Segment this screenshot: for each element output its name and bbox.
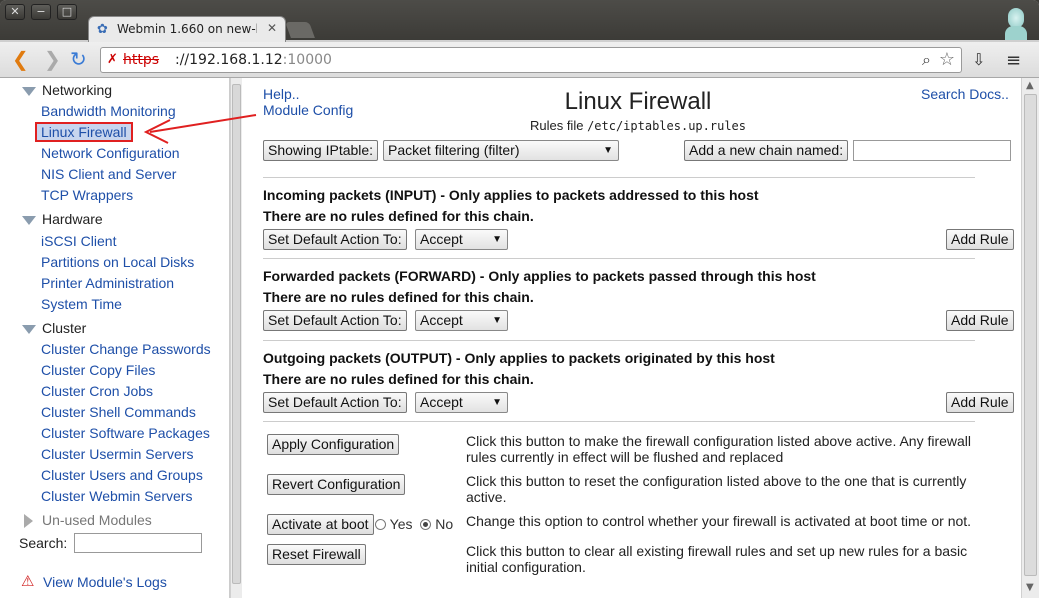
showing-iptable-button[interactable]: Showing IPtable:: [263, 140, 379, 161]
page-title: Linux Firewall: [564, 88, 712, 115]
apply-configuration-button[interactable]: Apply Configuration: [267, 434, 400, 455]
reset-description: Click this button to clear all existing …: [466, 543, 968, 575]
minimize-window-icon[interactable]: −: [31, 4, 51, 20]
output-default-select[interactable]: Accept ▼: [415, 392, 508, 413]
sidebar-search-input[interactable]: [74, 533, 202, 553]
sidebar-item-cluster-copy-files[interactable]: Cluster Copy Files: [41, 362, 155, 378]
iptable-select[interactable]: Packet filtering (filter) ▼: [383, 140, 619, 161]
sidebar-item-cluster-change-passwords[interactable]: Cluster Change Passwords: [41, 341, 211, 357]
browser-tab[interactable]: ✿ Webmin 1.660 on new-hos ✕: [88, 16, 286, 42]
chain-input-empty: There are no rules defined for this chai…: [263, 208, 534, 224]
maximize-window-icon[interactable]: □: [57, 4, 77, 20]
chain-name-input[interactable]: [853, 140, 1011, 161]
search-docs-link[interactable]: Search Docs..: [921, 86, 1009, 102]
sidebar-item-cluster-users-groups[interactable]: Cluster Users and Groups: [41, 467, 203, 483]
insecure-lock-icon: ✗: [107, 52, 118, 67]
input-default-select[interactable]: Accept ▼: [415, 229, 508, 250]
revert-configuration-button[interactable]: Revert Configuration: [267, 474, 406, 495]
revert-description: Click this button to reset the configura…: [466, 473, 967, 505]
divider: [263, 177, 975, 178]
apply-description: Click this button to make the firewall c…: [466, 433, 972, 465]
chain-input-title: Incoming packets (INPUT) - Only applies …: [263, 187, 759, 203]
section-hardware[interactable]: Hardware: [22, 211, 103, 227]
page-content: Networking Bandwidth Monitoring Linux Fi…: [0, 78, 1039, 598]
star-icon[interactable]: ☆: [939, 49, 955, 70]
sidebar-item-tcp-wrappers[interactable]: TCP Wrappers: [41, 187, 133, 203]
view-module-logs-link[interactable]: View Module's Logs: [43, 574, 167, 590]
boot-radio-group: Yes No: [375, 516, 453, 532]
sidebar-item-cluster-cron-jobs[interactable]: Cluster Cron Jobs: [41, 383, 153, 399]
forward-set-default-button[interactable]: Set Default Action To:: [263, 310, 407, 331]
sidebar-item-cluster-shell-commands[interactable]: Cluster Shell Commands: [41, 404, 196, 420]
sidebar-item-system-time[interactable]: System Time: [41, 296, 122, 312]
divider: [263, 340, 975, 341]
boot-no-radio[interactable]: [420, 519, 432, 530]
main-frame: Help.. Module Config Search Docs.. Linux…: [243, 78, 1021, 598]
sidebar-search-label: Search:: [19, 535, 68, 551]
chevron-down-icon: ▼: [603, 145, 613, 156]
user-profile-icon[interactable]: [1005, 8, 1027, 40]
scroll-up-icon[interactable]: ▲: [1026, 80, 1034, 91]
sidebar-item-cluster-webmin-servers[interactable]: Cluster Webmin Servers: [41, 488, 192, 504]
forward-icon[interactable]: ❯: [44, 49, 61, 69]
new-tab-button[interactable]: [285, 22, 315, 38]
divider: [263, 258, 975, 259]
tab-close-icon[interactable]: ✕: [267, 21, 277, 35]
chain-forward-title: Forwarded packets (FORWARD) - Only appli…: [263, 268, 816, 284]
zoom-icon[interactable]: ⌕: [922, 50, 931, 70]
sidebar-item-nis-client[interactable]: NIS Client and Server: [41, 166, 176, 182]
divider: [263, 421, 975, 422]
section-networking[interactable]: Networking: [22, 82, 112, 98]
rules-file: Rules file /etc/iptables.up.rules: [529, 118, 747, 133]
sidebar-item-printer-administration[interactable]: Printer Administration: [41, 275, 174, 291]
tab-title: Webmin 1.660 on new-hos: [117, 22, 257, 36]
sidebar-item-cluster-usermin-servers[interactable]: Cluster Usermin Servers: [41, 446, 193, 462]
url-scheme: https: [123, 52, 160, 68]
help-link[interactable]: Help..: [263, 86, 300, 102]
close-window-icon[interactable]: ✕: [5, 4, 25, 20]
input-set-default-button[interactable]: Set Default Action To:: [263, 229, 407, 250]
sidebar-scrollbar[interactable]: [230, 78, 242, 598]
add-chain-button[interactable]: Add a new chain named:: [684, 140, 849, 161]
title-bar: ✕ − □ ✿ Webmin 1.660 on new-hos ✕: [0, 0, 1039, 42]
output-add-rule-button[interactable]: Add Rule: [946, 392, 1014, 413]
chain-forward-empty: There are no rules defined for this chai…: [263, 289, 534, 305]
url-host: ://192.168.1.12:10000: [175, 52, 332, 68]
sidebar-item-partitions[interactable]: Partitions on Local Disks: [41, 254, 194, 270]
activate-at-boot-button[interactable]: Activate at boot: [267, 514, 374, 535]
sidebar-item-network-configuration[interactable]: Network Configuration: [41, 145, 180, 161]
section-unused-modules[interactable]: Un-used Modules: [22, 512, 152, 529]
chain-output-empty: There are no rules defined for this chai…: [263, 371, 534, 387]
webmin-favicon: ✿: [97, 22, 108, 37]
reload-icon[interactable]: ↻: [70, 49, 87, 69]
boot-description: Change this option to control whether yo…: [466, 513, 972, 529]
scroll-down-icon[interactable]: ▼: [1026, 582, 1034, 593]
module-config-link[interactable]: Module Config: [263, 102, 353, 118]
input-add-rule-button[interactable]: Add Rule: [946, 229, 1014, 250]
output-set-default-button[interactable]: Set Default Action To:: [263, 392, 407, 413]
sidebar-item-bandwidth-monitoring[interactable]: Bandwidth Monitoring: [41, 103, 176, 119]
menu-icon[interactable]: ≡: [1006, 50, 1021, 71]
section-cluster[interactable]: Cluster: [22, 320, 86, 336]
back-icon[interactable]: ❮: [12, 49, 29, 69]
forward-add-rule-button[interactable]: Add Rule: [946, 310, 1014, 331]
address-bar[interactable]: ✗ https ://192.168.1.12:10000 ⌕ ☆: [100, 47, 962, 73]
forward-default-select[interactable]: Accept ▼: [415, 310, 508, 331]
sidebar-item-cluster-software-packages[interactable]: Cluster Software Packages: [41, 425, 210, 441]
sidebar-item-iscsi-client[interactable]: iSCSI Client: [41, 233, 116, 249]
sidebar: Networking Bandwidth Monitoring Linux Fi…: [0, 78, 230, 598]
chain-output-title: Outgoing packets (OUTPUT) - Only applies…: [263, 350, 775, 366]
browser-window: ✕ − □ ✿ Webmin 1.660 on new-hos ✕ ❮ ❯ ↻ …: [0, 0, 1039, 598]
warning-icon: ⚠: [21, 573, 35, 590]
main-scrollbar[interactable]: ▲ ▼: [1021, 78, 1039, 598]
sidebar-item-linux-firewall[interactable]: Linux Firewall: [35, 122, 133, 142]
browser-toolbar: ❮ ❯ ↻ ✗ https ://192.168.1.12:10000 ⌕ ☆ …: [0, 42, 1039, 78]
download-icon[interactable]: ⇩: [972, 50, 985, 69]
boot-yes-radio[interactable]: [375, 519, 386, 530]
reset-firewall-button[interactable]: Reset Firewall: [267, 544, 366, 565]
